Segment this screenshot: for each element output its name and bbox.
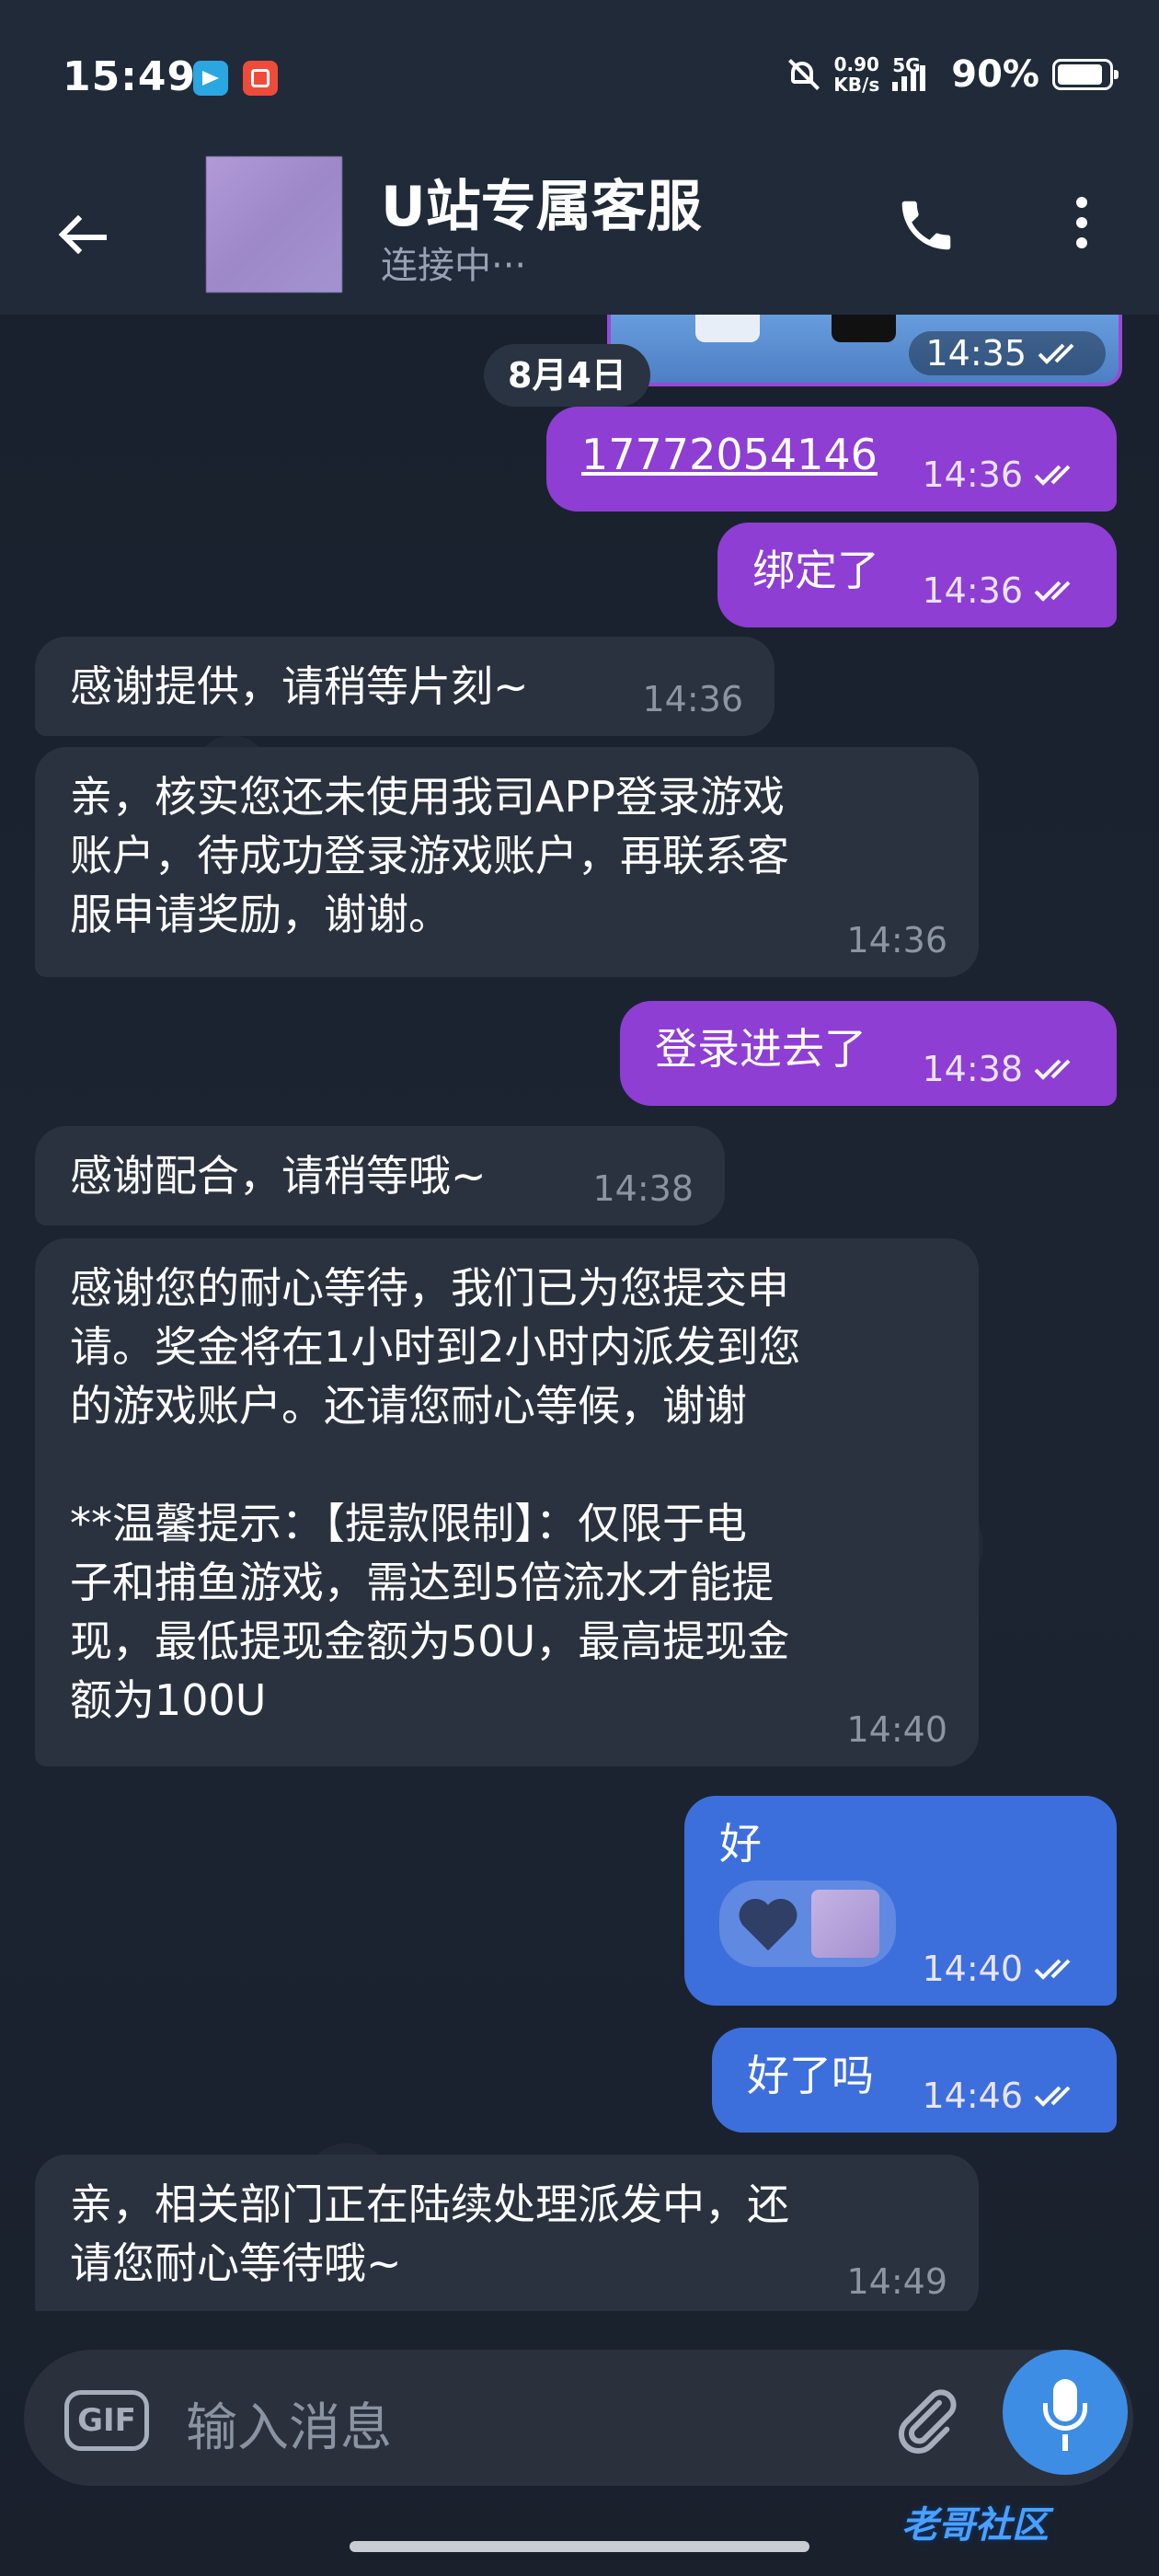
reaction-chip[interactable] bbox=[719, 1880, 896, 1967]
incoming-message[interactable]: 感谢提供，请稍等片刻~ 14:36 bbox=[35, 637, 775, 736]
home-indicator[interactable] bbox=[350, 2541, 809, 2552]
message-time: 14:36 bbox=[642, 679, 743, 719]
outgoing-message[interactable]: 好了吗 14:46 bbox=[712, 2028, 1117, 2133]
read-checkmarks-icon bbox=[1034, 581, 1071, 602]
message-input[interactable]: 输入消息 bbox=[186, 2386, 392, 2461]
message-text: 绑定了 bbox=[752, 546, 879, 595]
incoming-message[interactable]: 感谢配合，请稍等哦~ 14:38 bbox=[35, 1126, 725, 1225]
message-time: 14:46 bbox=[922, 2076, 1023, 2116]
read-checkmarks-icon bbox=[1034, 2086, 1071, 2107]
outgoing-message[interactable]: 17772054146 14:36 bbox=[546, 407, 1117, 512]
microphone-icon bbox=[1062, 2434, 1068, 2451]
message-time: 14:38 bbox=[592, 1168, 694, 1209]
network-speed-unit: KB/s bbox=[833, 74, 880, 96]
message-time: 14:35 bbox=[925, 333, 1027, 374]
phone-icon[interactable] bbox=[894, 193, 958, 258]
read-checkmarks-icon bbox=[1038, 343, 1074, 364]
message-text: 亲，相关部门正在陆续处理派发中，还 请您耐心等待哦~ bbox=[70, 2179, 789, 2288]
more-menu-icon[interactable] bbox=[1063, 197, 1100, 261]
battery-percent: 90% bbox=[951, 53, 1039, 96]
app-notification-icon bbox=[243, 61, 278, 96]
outgoing-message[interactable]: 绑定了 14:36 bbox=[717, 523, 1117, 627]
back-arrow-icon[interactable] bbox=[52, 201, 121, 270]
message-text: 好 bbox=[719, 1819, 762, 1869]
network-speed: 0.90 KB/s bbox=[833, 54, 879, 95]
read-checkmarks-icon bbox=[1034, 1959, 1071, 1980]
mute-icon bbox=[784, 56, 820, 93]
message-time: 14:36 bbox=[846, 920, 947, 960]
message-time: 14:38 bbox=[922, 1049, 1023, 1089]
message-time: 14:49 bbox=[846, 2261, 947, 2302]
outgoing-message[interactable]: 好 14:40 bbox=[684, 1796, 1117, 2006]
heart-icon bbox=[739, 1898, 798, 1951]
telegram-notification-icon bbox=[193, 61, 228, 96]
message-time: 14:36 bbox=[922, 570, 1023, 611]
message-composer: GIF 输入消息 bbox=[24, 2350, 1133, 2486]
battery-icon bbox=[1052, 59, 1119, 90]
message-text: 感谢配合，请稍等哦~ bbox=[70, 1151, 487, 1201]
date-separator: 8月4日 bbox=[484, 344, 650, 407]
connection-status: 连接中··· bbox=[381, 245, 527, 287]
avatar[interactable] bbox=[206, 156, 342, 293]
chat-title[interactable]: U站专属客服 bbox=[381, 162, 702, 242]
status-bar: 15:49 0.90 KB/s 5G 90% bbox=[0, 0, 1159, 156]
message-time: 14:40 bbox=[846, 1709, 947, 1750]
chat-header: U站专属客服 连接中··· bbox=[0, 156, 1159, 315]
message-text: 亲，核实您还未使用我司APP登录游戏 账户，待成功登录游戏账户，再联系客 服申请… bbox=[70, 772, 789, 939]
status-time: 15:49 bbox=[63, 53, 197, 100]
read-checkmarks-icon bbox=[1034, 1059, 1071, 1080]
avatar bbox=[811, 1890, 879, 1958]
incoming-message[interactable]: 感谢您的耐心等待，我们已为您提交申 请。奖金将在1小时到2小时内派发到您 的游戏… bbox=[35, 1238, 979, 1766]
message-text: 好了吗 bbox=[747, 2051, 874, 2100]
watermark-logo: 老哥社区 bbox=[901, 2504, 1049, 2547]
message-text: 感谢提供，请稍等片刻~ bbox=[70, 661, 529, 711]
message-time: 14:36 bbox=[922, 454, 1023, 495]
read-checkmarks-icon bbox=[1034, 465, 1071, 486]
signal-icon: 5G bbox=[892, 54, 938, 95]
outgoing-message[interactable]: 登录进去了 14:38 bbox=[620, 1001, 1117, 1106]
message-text: 登录进去了 bbox=[655, 1024, 866, 1074]
attach-icon[interactable] bbox=[889, 2383, 962, 2456]
phone-number-link[interactable]: 17772054146 bbox=[581, 430, 878, 479]
message-time: 14:40 bbox=[922, 1949, 1023, 1989]
incoming-message[interactable]: 亲，核实您还未使用我司APP登录游戏 账户，待成功登录游戏账户，再联系客 服申请… bbox=[35, 747, 979, 977]
microphone-button[interactable] bbox=[1003, 2350, 1128, 2475]
message-text: 感谢您的耐心等待，我们已为您提交申 请。奖金将在1小时到2小时内派发到您 的游戏… bbox=[70, 1263, 801, 1725]
incoming-message[interactable]: 亲，相关部门正在陆续处理派发中，还 请您耐心等待哦~ 14:49 bbox=[35, 2155, 979, 2311]
gif-button[interactable]: GIF bbox=[64, 2390, 149, 2451]
image-message[interactable]: 14:35 bbox=[607, 315, 1122, 386]
message-list[interactable]: 14:35 8月4日 17772054146 14:36 绑定了 14:36 感… bbox=[0, 315, 1159, 2311]
network-speed-value: 0.90 bbox=[833, 53, 879, 75]
